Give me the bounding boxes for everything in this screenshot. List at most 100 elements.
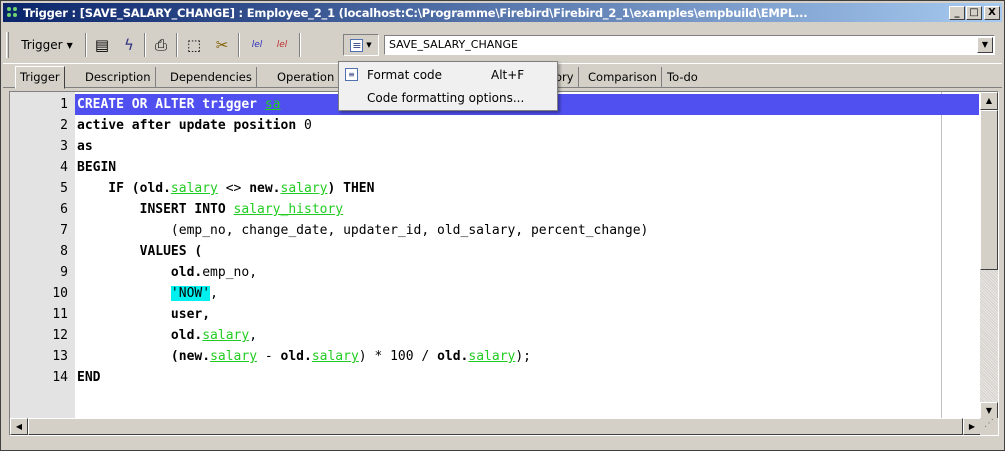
format-a-icon: lel — [251, 40, 263, 50]
print-icon: ⎙ — [154, 36, 167, 54]
code-area[interactable]: CREATE OR ALTER trigger sa mployeeactive… — [75, 92, 979, 435]
tab-todo[interactable]: To-do — [663, 67, 702, 88]
code-keyword: CREATE OR ALTER trigger — [77, 97, 265, 112]
line-number: 6 — [60, 202, 68, 217]
lightning-button[interactable]: ϟ — [118, 34, 140, 56]
lightning-icon: ϟ — [124, 36, 134, 54]
minimize-button[interactable]: _ — [949, 5, 965, 20]
tools-button[interactable]: ✂ — [211, 34, 233, 56]
tab-trigger[interactable]: Trigger — [15, 66, 65, 89]
code-identifier: salary — [202, 328, 250, 343]
code-line[interactable]: (new.salary - old.salary) * 100 / old.sa… — [75, 346, 979, 367]
scroll-left-button[interactable]: ◀ — [10, 418, 28, 435]
tab-dependencies[interactable]: Dependencies — [166, 67, 257, 88]
code-identifier: salary — [280, 181, 328, 196]
code-text: (emp_no, change_date, updater_id, old_sa… — [77, 223, 649, 238]
toolbar-separator — [299, 33, 301, 57]
print-button[interactable]: ⎙ — [150, 34, 172, 56]
code-text: ); — [515, 349, 532, 364]
code-keyword: VALUES ( — [77, 244, 203, 259]
line-number: 4 — [60, 160, 68, 175]
code-keyword: BEGIN — [77, 160, 117, 175]
format-code-dropdown-button[interactable]: ≡ ▼ — [343, 34, 379, 56]
line-number: 10 — [52, 286, 68, 301]
maximize-button[interactable]: □ — [966, 5, 982, 20]
code-line[interactable]: user, — [75, 304, 979, 325]
format-b-icon: lel — [276, 40, 288, 50]
code-line[interactable]: 'NOW', — [75, 283, 979, 304]
close-button[interactable]: X — [984, 5, 1000, 20]
horizontal-scrollbar[interactable]: ◀ ▶ — [10, 418, 982, 435]
scroll-right-button[interactable]: ▶ — [963, 418, 981, 435]
code-line[interactable]: as — [75, 136, 979, 157]
code-line[interactable]: (emp_no, change_date, updater_id, old_sa… — [75, 220, 979, 241]
code-line[interactable]: old.salary, — [75, 325, 979, 346]
vertical-scroll-thumb[interactable] — [980, 110, 998, 270]
code-line[interactable]: VALUES ( — [75, 241, 979, 262]
code-text: ) * 100 / — [358, 349, 438, 364]
chevron-down-icon: ▼ — [366, 41, 372, 49]
trigger-menu-button[interactable]: Trigger ▼ — [13, 34, 81, 56]
tools-icon: ✂ — [215, 36, 229, 54]
format-code-menu: ≡ Format code Alt+F Code formatting opti… — [338, 61, 558, 111]
code-keyword: IF (old. — [77, 181, 171, 196]
size-grip-icon[interactable]: ⋰ — [980, 418, 998, 435]
toolbar-separator — [176, 33, 178, 57]
code-keyword: END — [77, 370, 101, 385]
code-keyword: (new. — [77, 349, 211, 364]
code-text: , — [210, 286, 218, 301]
code-line[interactable]: END — [75, 367, 979, 388]
code-keyword: old. — [437, 349, 469, 364]
line-number: 9 — [60, 265, 68, 280]
chevron-down-icon: ▼ — [66, 40, 73, 50]
toolbar: Trigger ▼ ▤ ϟ ⎙ ⬚ ✂ lel lel ≡ ▼ SAVE_SAL… — [3, 24, 1002, 64]
line-number: 11 — [52, 307, 68, 322]
line-number: 7 — [60, 223, 68, 238]
code-keyword: old. — [77, 265, 203, 280]
new-button[interactable]: ⬚ — [183, 34, 205, 56]
trigger-menu-label: Trigger — [21, 38, 63, 52]
code-line[interactable]: active after update position 0 — [75, 115, 979, 136]
line-number: 12 — [52, 328, 68, 343]
format-b-button[interactable]: lel — [271, 34, 293, 56]
toolbar-grip[interactable] — [6, 32, 9, 58]
code-editor[interactable]: 1 2 3 4 5 6 7 8 9 10 11 12 13 14 CREATE OR ALTER trig… — [9, 91, 999, 436]
line-number-gutter: 1 2 3 4 5 6 7 8 9 10 11 12 13 14 — [10, 92, 75, 435]
trigger-name-combo[interactable]: SAVE_SALARY_CHANGE ▼ — [384, 35, 995, 55]
title-bar[interactable]: Trigger : [SAVE_SALARY_CHANGE] : Employe… — [3, 3, 1002, 22]
code-line[interactable]: INSERT INTO salary_history — [75, 199, 979, 220]
code-keyword: INSERT INTO — [77, 202, 234, 217]
horizontal-scroll-thumb[interactable] — [28, 418, 963, 435]
toolbar-separator — [144, 33, 146, 57]
code-identifier: salary — [210, 349, 258, 364]
code-text: , — [249, 328, 258, 343]
code-identifier: salary — [311, 349, 359, 364]
tab-operation[interactable]: Operation — [273, 67, 340, 88]
vertical-scrollbar[interactable]: ▲ ▼ — [980, 92, 998, 420]
code-keyword: new. — [249, 181, 281, 196]
tab-description[interactable]: Description — [81, 67, 156, 88]
code-text: emp_no, — [202, 265, 258, 280]
code-keyword: as — [77, 139, 93, 154]
line-number: 13 — [52, 349, 68, 364]
code-keyword: ) THEN — [327, 181, 375, 196]
code-line[interactable]: IF (old.salary <> new.salary) THEN — [75, 178, 979, 199]
trigger-editor-window: Trigger : [SAVE_SALARY_CHANGE] : Employe… — [0, 0, 1005, 451]
code-identifier: salary — [170, 181, 218, 196]
line-number: 2 — [60, 118, 68, 133]
scroll-up-button[interactable]: ▲ — [980, 92, 998, 110]
tab-comparison[interactable]: Comparison — [584, 67, 662, 88]
menu-item-format-code[interactable]: ≡ Format code Alt+F — [339, 64, 557, 86]
code-line[interactable]: old.emp_no, — [75, 262, 979, 283]
menu-item-code-formatting-options[interactable]: Code formatting options... — [339, 87, 557, 109]
line-number: 3 — [60, 139, 68, 154]
code-line[interactable]: BEGIN — [75, 157, 979, 178]
menu-item-label: Format code — [367, 68, 443, 82]
code-keyword: old. — [77, 328, 203, 343]
format-a-button[interactable]: lel — [246, 34, 268, 56]
combo-dropdown-icon[interactable]: ▼ — [977, 37, 993, 53]
list-button[interactable]: ▤ — [91, 34, 113, 56]
line-number: 8 — [60, 244, 68, 259]
line-number: 1 — [60, 97, 68, 112]
